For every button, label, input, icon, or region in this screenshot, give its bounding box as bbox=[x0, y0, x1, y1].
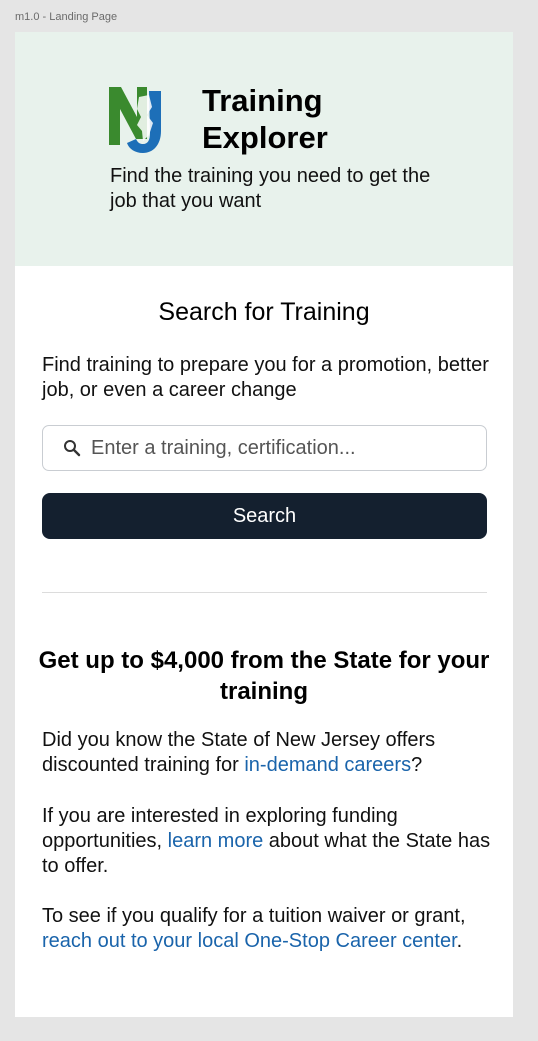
landing-page: Training Explorer Find the training you … bbox=[15, 32, 513, 1017]
p1-text-after: ? bbox=[411, 754, 423, 776]
section-divider bbox=[42, 592, 487, 593]
nj-logo-icon bbox=[109, 87, 161, 153]
app-title-line1: Training bbox=[202, 83, 323, 118]
search-button[interactable]: Search bbox=[42, 493, 487, 539]
search-section-title: Search for Training bbox=[158, 298, 370, 326]
in-demand-careers-link[interactable]: in-demand careers bbox=[244, 754, 411, 776]
p3-text-after: . bbox=[456, 930, 463, 952]
search-input[interactable] bbox=[91, 426, 471, 470]
career-center-link[interactable]: reach out to your local One-Stop Career … bbox=[42, 930, 457, 952]
funding-paragraph-1: Did you know the State of New Jersey off… bbox=[42, 728, 492, 778]
p3-text-before: To see if you qualify for a tuition waiv… bbox=[42, 905, 466, 927]
hero-header: Training Explorer Find the training you … bbox=[15, 32, 513, 266]
learn-more-link[interactable]: learn more bbox=[168, 830, 264, 852]
app-title-line2: Explorer bbox=[202, 120, 328, 155]
tagline: Find the training you need to get the jo… bbox=[110, 165, 431, 212]
search-box[interactable] bbox=[42, 425, 487, 471]
frame-label: m1.0 - Landing Page bbox=[15, 11, 118, 23]
funding-title: Get up to $4,000 from the State for your… bbox=[38, 647, 490, 705]
funding-paragraph-2: If you are interested in exploring fundi… bbox=[42, 804, 492, 879]
app-title: Training Explorer bbox=[202, 82, 402, 156]
funding-paragraph-3: To see if you qualify for a tuition waiv… bbox=[42, 904, 492, 954]
search-icon bbox=[64, 440, 81, 457]
search-description: Find training to prepare you for a promo… bbox=[42, 354, 489, 401]
